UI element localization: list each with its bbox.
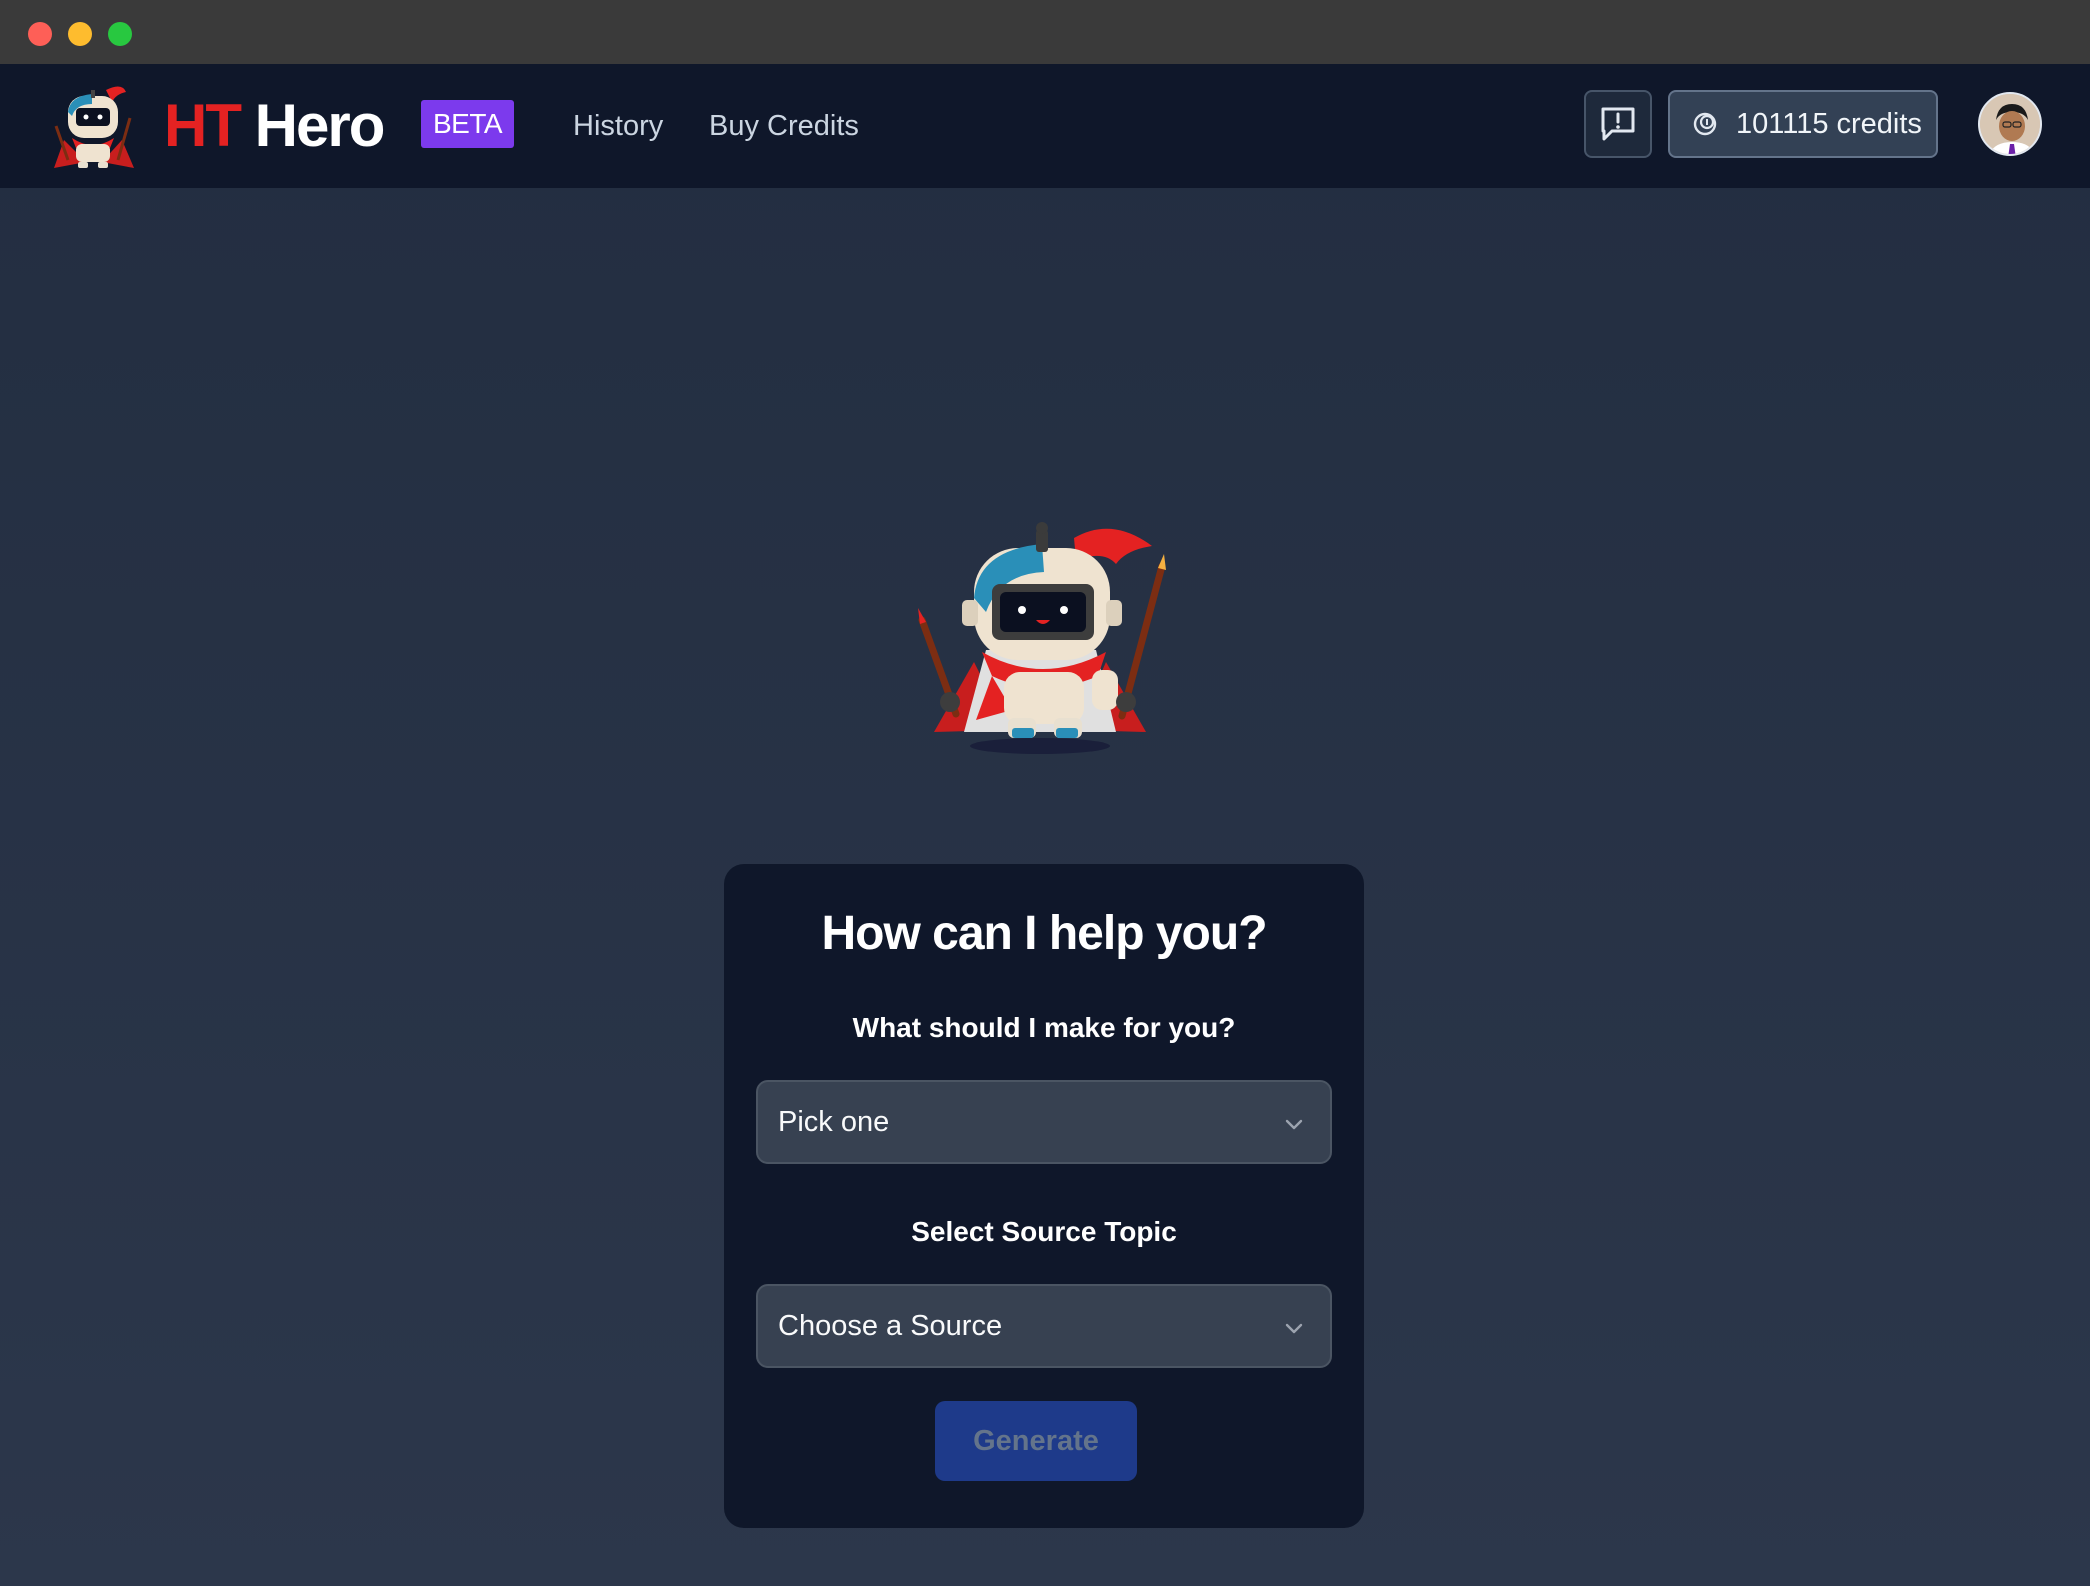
generator-card: How can I help you? What should I make f…: [724, 864, 1364, 1528]
credits-button[interactable]: 101115 credits: [1668, 90, 1938, 158]
user-photo: [1980, 94, 2040, 154]
make-select[interactable]: Pick one: [756, 1080, 1332, 1164]
beta-badge: BETA: [421, 100, 515, 148]
logo-mascot-icon[interactable]: [46, 82, 140, 172]
source-select[interactable]: Choose a Source: [756, 1284, 1332, 1368]
generate-button[interactable]: Generate: [935, 1401, 1137, 1481]
nav-link-buy-credits[interactable]: Buy Credits: [709, 106, 859, 146]
nav-link-history[interactable]: History: [573, 106, 663, 146]
card-title: How can I help you?: [821, 907, 1267, 960]
app-window: HT Hero BETA History Buy Credits 101115 …: [0, 0, 2090, 1586]
top-navbar: HT Hero BETA History Buy Credits 101115 …: [0, 64, 2090, 188]
hero-mascot-illustration: [918, 522, 1166, 754]
brand-name[interactable]: HT Hero: [164, 92, 386, 159]
feedback-button[interactable]: [1584, 90, 1652, 158]
make-label: What should I make for you?: [852, 1012, 1236, 1043]
maximize-window-button[interactable]: [108, 22, 132, 46]
close-window-button[interactable]: [28, 22, 52, 46]
coin-icon: [1693, 112, 1717, 136]
feedback-icon: [1601, 107, 1635, 141]
window-titlebar: [0, 0, 2090, 64]
brand-ht: HT: [164, 92, 242, 159]
source-label: Select Source Topic: [911, 1216, 1177, 1247]
credits-count: 101115 credits: [1736, 108, 1922, 140]
brand-hero: Hero: [254, 92, 386, 159]
make-select-value: Pick one: [778, 1106, 890, 1138]
minimize-window-button[interactable]: [68, 22, 92, 46]
chevron-down-icon: [1285, 1119, 1303, 1130]
source-select-value: Choose a Source: [778, 1310, 1003, 1342]
user-avatar[interactable]: [1978, 92, 2042, 156]
chevron-down-icon: [1285, 1323, 1303, 1334]
